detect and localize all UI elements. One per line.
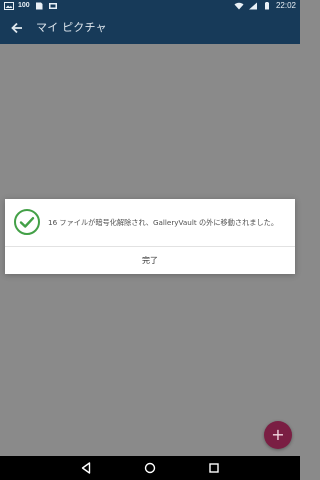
navigation-bar <box>0 456 300 480</box>
status-right-group: 22:02 <box>234 0 296 12</box>
add-fab-button[interactable]: + <box>264 421 292 449</box>
done-button[interactable]: 完了 <box>5 247 295 274</box>
page-title: マイ ピクチャ <box>36 21 107 34</box>
battery-full-icon <box>264 2 269 10</box>
completion-dialog: 16 ファイルが暗号化解除され、GalleryVault の外に移動されました。… <box>5 199 295 274</box>
dialog-message: 16 ファイルが暗号化解除され、GalleryVault の外に移動されました。 <box>48 218 279 227</box>
status-left-group: 100 <box>4 0 58 12</box>
status-bar: 100 22:02 <box>0 0 300 12</box>
nav-back-icon[interactable] <box>78 460 94 476</box>
dialog-body: 16 ファイルが暗号化解除され、GalleryVault の外に移動されました。 <box>5 199 295 246</box>
nav-recents-icon[interactable] <box>206 460 222 476</box>
signal-icon <box>248 2 257 10</box>
status-time: 22:02 <box>275 1 296 10</box>
nav-home-icon[interactable] <box>142 460 158 476</box>
gallery-icon <box>48 3 57 9</box>
app-bar: マイ ピクチャ <box>0 12 300 44</box>
wifi-icon <box>234 2 244 10</box>
status-battery-text: 100 <box>18 2 30 9</box>
image-icon <box>4 2 14 10</box>
sd-card-icon <box>35 2 43 10</box>
check-circle-icon <box>14 209 40 235</box>
plus-icon: + <box>271 425 285 444</box>
back-arrow-icon[interactable] <box>8 19 26 37</box>
